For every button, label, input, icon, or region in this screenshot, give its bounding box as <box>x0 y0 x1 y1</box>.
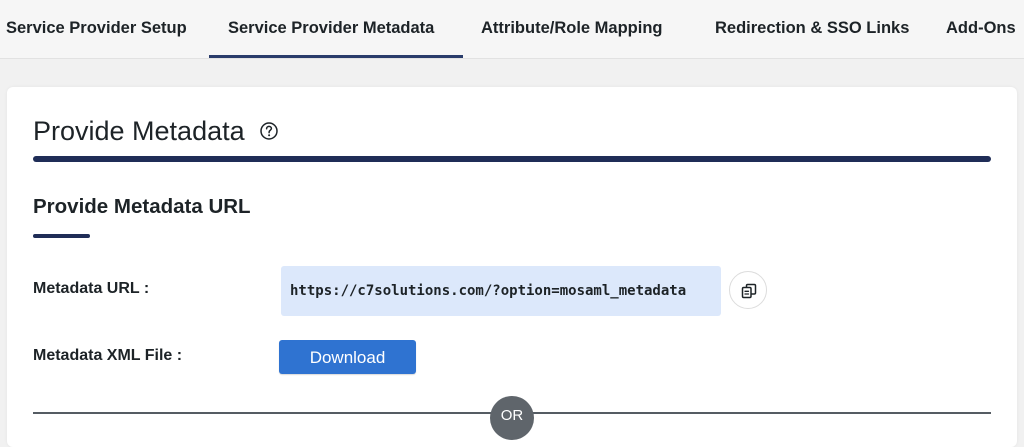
metadata-url-value[interactable]: https://c7solutions.com/?option=mosaml_m… <box>281 266 721 316</box>
title-underline <box>33 156 991 162</box>
section-underline <box>33 234 90 238</box>
tab-label: Service Provider Setup <box>6 19 187 37</box>
divider-left <box>33 412 491 414</box>
tab-redirection-sso-links[interactable]: Redirection & SSO Links <box>715 0 920 58</box>
metadata-url-label: Metadata URL : <box>33 280 150 297</box>
question-circle-icon[interactable] <box>259 121 279 141</box>
tab-label: Attribute/Role Mapping <box>481 19 663 37</box>
tab-label: Add-Ons <box>946 19 1016 37</box>
copy-url-button[interactable] <box>729 271 767 309</box>
settings-tab-bar: Service Provider Setup Service Provider … <box>0 0 1024 59</box>
tab-service-provider-metadata[interactable]: Service Provider Metadata <box>209 0 463 58</box>
tab-service-provider-setup[interactable]: Service Provider Setup <box>6 0 196 58</box>
section-heading: Provide Metadata URL <box>33 195 251 218</box>
or-badge: OR <box>490 396 534 440</box>
tab-label: Redirection & SSO Links <box>715 19 910 37</box>
tab-attribute-role-mapping[interactable]: Attribute/Role Mapping <box>481 0 681 58</box>
tab-label: Service Provider Metadata <box>228 19 435 37</box>
download-button[interactable]: Download <box>279 340 416 374</box>
tab-add-ons[interactable]: Add-Ons <box>946 0 1024 58</box>
metadata-xml-file-label: Metadata XML File : <box>33 347 183 364</box>
divider-right <box>533 412 991 414</box>
page-title: Provide Metadata <box>33 116 245 146</box>
